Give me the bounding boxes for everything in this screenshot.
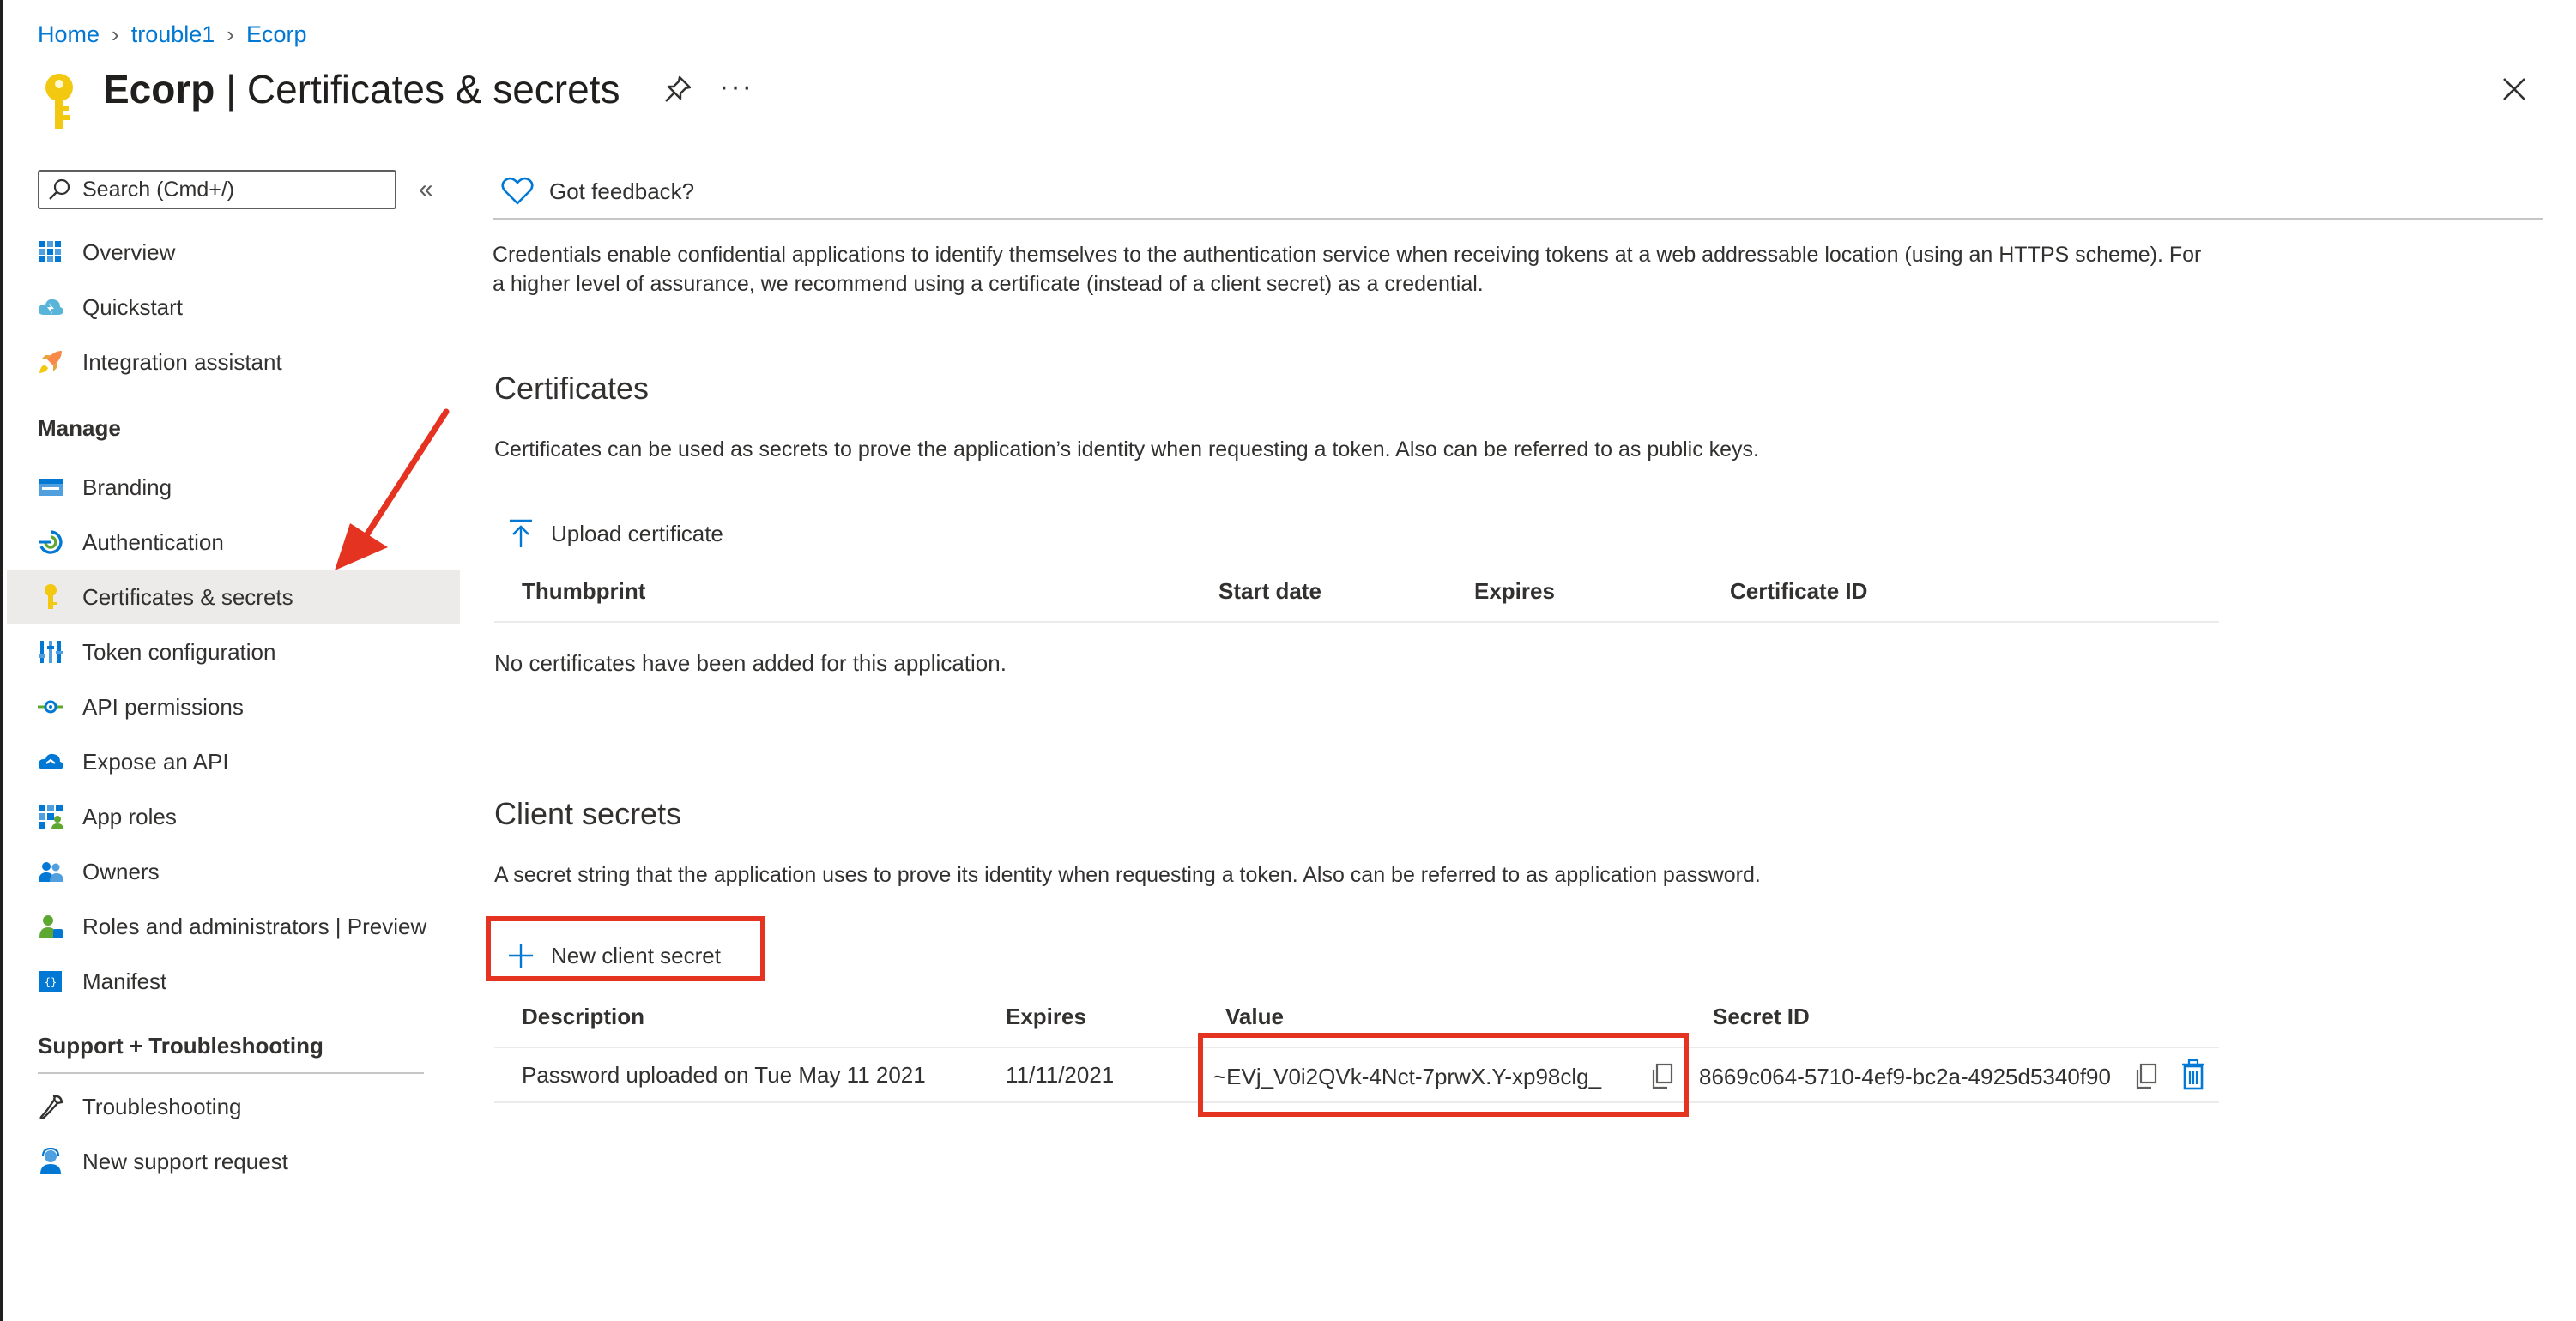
manage-header: Manage (38, 415, 121, 441)
sidebar-item-troubleshooting[interactable]: Troubleshooting (7, 1079, 460, 1134)
breadcrumb-chevron-icon: › (112, 21, 119, 47)
column-header-thumbprint[interactable]: Thumbprint (522, 578, 645, 605)
owners-icon (36, 857, 65, 886)
sidebar-item-label: Overview (82, 238, 176, 265)
breadcrumb-ecorp[interactable]: Ecorp (246, 21, 307, 48)
sidebar-item-quickstart[interactable]: Quickstart (7, 280, 460, 335)
upload-certificate-label: Upload certificate (551, 520, 723, 546)
expose-api-cloud-icon (36, 747, 65, 776)
branding-icon (36, 473, 65, 502)
client-secrets-title: Client secrets (494, 796, 682, 831)
copy-secret-id-icon[interactable] (2133, 1062, 2159, 1091)
sidebar-item-label: Expose an API (82, 748, 229, 775)
rocket-icon (36, 347, 65, 377)
sidebar-item-integration-assistant[interactable]: Integration assistant (7, 335, 460, 389)
svg-text:{}: {} (45, 976, 57, 988)
sidebar-item-token-configuration[interactable]: Token configuration (7, 624, 460, 679)
page-title-app: Ecorp (103, 67, 215, 112)
wrench-icon (36, 1092, 65, 1121)
sidebar-item-label: Quickstart (82, 293, 184, 320)
search-icon (49, 178, 70, 200)
support-person-icon (36, 1147, 65, 1176)
pin-icon[interactable] (662, 74, 693, 105)
got-feedback-button[interactable]: Got feedback? (501, 172, 694, 211)
close-icon[interactable] (2497, 72, 2531, 106)
search-box[interactable] (38, 170, 396, 209)
breadcrumb-trouble1[interactable]: trouble1 (131, 21, 215, 48)
support-header: Support + Troubleshooting (38, 1033, 324, 1059)
sidebar-item-app-roles[interactable]: App roles (7, 789, 460, 844)
sidebar-item-owners[interactable]: Owners (7, 844, 460, 899)
certificates-empty-message: No certificates have been added for this… (494, 650, 1007, 676)
sidebar-item-label: Authentication (82, 528, 224, 555)
certificates-description: Certificates can be used as secrets to p… (494, 437, 1759, 461)
delete-icon[interactable] (2180, 1059, 2207, 1091)
sidebar-item-new-support-request[interactable]: New support request (7, 1134, 460, 1189)
sidebar-item-label: Manifest (82, 968, 167, 994)
sidebar-item-expose-api[interactable]: Expose an API (7, 734, 460, 789)
roles-admins-icon (36, 912, 65, 941)
column-header-certificate-id[interactable]: Certificate ID (1730, 578, 1867, 605)
key-icon (36, 582, 65, 612)
sidebar-item-api-permissions[interactable]: API permissions (7, 679, 460, 734)
heart-icon (501, 177, 534, 205)
support-divider (38, 1072, 424, 1074)
token-bars-icon (36, 637, 65, 667)
sidebar-item-label: Owners (82, 858, 160, 884)
sidebar-item-label: Roles and administrators | Preview (82, 913, 427, 939)
authentication-icon (36, 528, 65, 557)
collapse-sidebar-button[interactable]: « (419, 175, 433, 204)
column-header-expires[interactable]: Expires (1006, 1004, 1086, 1030)
page-title-section: Certificates & secrets (246, 67, 620, 112)
sidebar-item-label: New support request (82, 1148, 288, 1174)
table-header-divider (494, 621, 2219, 623)
breadcrumb: Home › trouble1 › Ecorp (38, 17, 307, 51)
sidebar-item-label: Branding (82, 474, 172, 500)
search-input[interactable] (81, 176, 393, 203)
certificates-title: Certificates (494, 371, 650, 406)
quickstart-cloud-icon (36, 293, 65, 322)
sidebar-item-label: Token configuration (82, 638, 276, 665)
sidebar-item-overview[interactable]: Overview (7, 225, 460, 280)
api-permissions-icon (36, 692, 65, 721)
credentials-description: Credentials enable confidential applicat… (493, 243, 2202, 296)
secret-description-cell: Password uploaded on Tue May 11 2021 (522, 1062, 926, 1088)
column-header-secret-id[interactable]: Secret ID (1713, 1004, 1810, 1030)
secret-expires-cell: 11/11/2021 (1006, 1062, 1115, 1088)
sidebar-item-label: App roles (82, 803, 177, 829)
page-title: Ecorp | Certificates & secrets (103, 63, 620, 115)
annotation-arrow (335, 408, 450, 570)
got-feedback-label: Got feedback? (549, 178, 695, 204)
highlight-box-secret-value (1198, 1033, 1689, 1117)
client-secrets-description: A secret string that the application use… (494, 863, 1761, 887)
sidebar-item-certificates-secrets[interactable]: Certificates & secrets (7, 570, 460, 624)
breadcrumb-chevron-icon: › (227, 21, 234, 47)
manifest-icon: {} (36, 967, 65, 996)
column-header-description[interactable]: Description (522, 1004, 644, 1030)
overview-grid-icon (36, 238, 65, 267)
secret-id-cell[interactable]: 8669c064-5710-4ef9-bc2a-4925d5340f90 (1699, 1064, 2111, 1090)
upload-icon (510, 519, 532, 547)
sidebar-item-label: Integration assistant (82, 348, 282, 375)
column-header-value[interactable]: Value (1225, 1004, 1284, 1030)
app-roles-icon (36, 802, 65, 831)
sidebar-item-roles-administrators[interactable]: Roles and administrators | Preview (7, 899, 460, 954)
page-title-separator: | (215, 67, 247, 112)
sidebar-item-label: Certificates & secrets (82, 583, 293, 610)
sidebar-item-label: Troubleshooting (82, 1093, 242, 1119)
breadcrumb-home[interactable]: Home (38, 21, 100, 48)
upload-certificate-button[interactable]: Upload certificate (506, 513, 723, 554)
sidebar-item-manifest[interactable]: {} Manifest (7, 954, 460, 1009)
key-icon (45, 74, 73, 129)
more-options-button[interactable]: ··· (719, 70, 753, 104)
highlight-box-new-secret (486, 916, 765, 981)
window-left-edge (0, 0, 3, 1321)
column-header-expires[interactable]: Expires (1474, 578, 1555, 605)
sidebar-item-label: API permissions (82, 693, 244, 720)
column-header-start-date[interactable]: Start date (1218, 578, 1321, 605)
content-divider (493, 218, 2543, 220)
